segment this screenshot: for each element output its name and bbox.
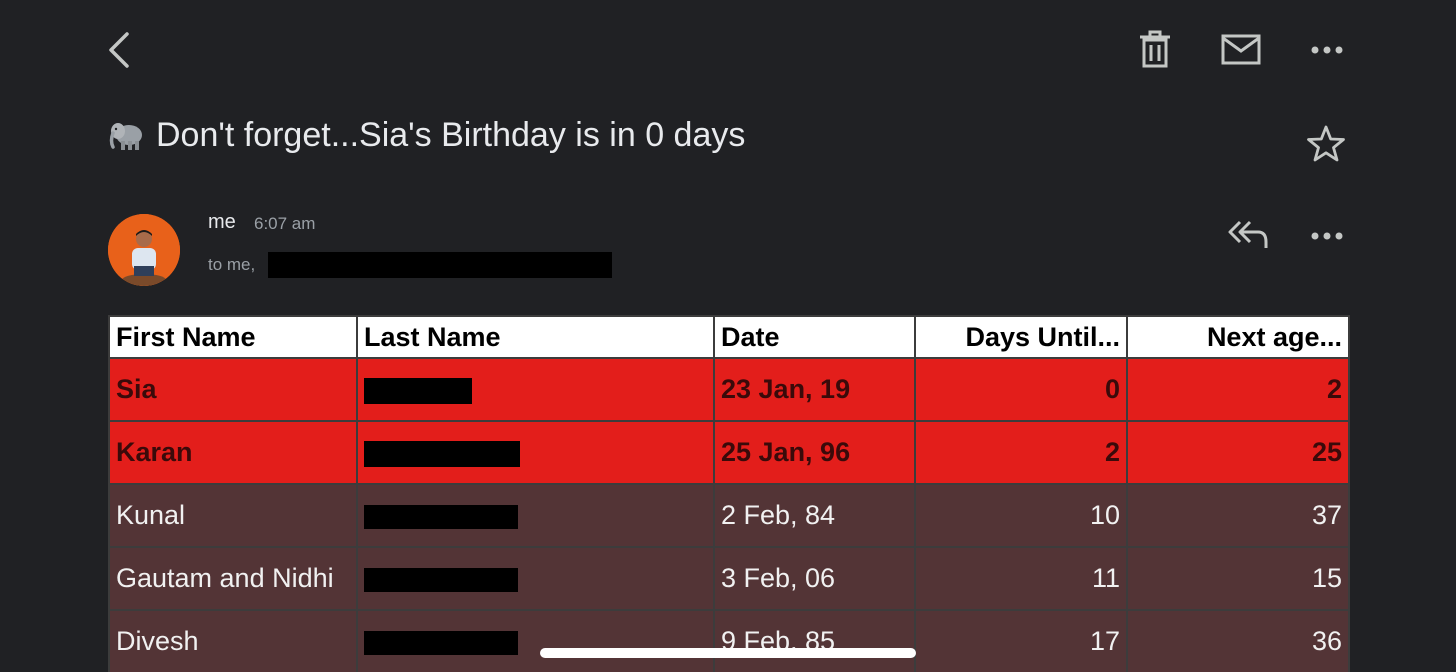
table-row: Gautam and Nidhi 3 Feb, 06 11 15 — [108, 546, 1350, 611]
star-outline-icon — [1307, 125, 1345, 162]
cell-last-name — [356, 420, 715, 485]
subject-text: Don't forget...Sia's Birthday is in 0 da… — [156, 115, 746, 154]
cell-first-name: Divesh — [108, 609, 358, 672]
cell-first-name: Sia — [108, 357, 358, 422]
cell-days-until: 11 — [914, 546, 1128, 611]
more-horizontal-icon — [1311, 232, 1343, 240]
table-header-row: First Name Last Name Date Days Until... … — [108, 315, 1350, 359]
sent-time: 6:07 am — [254, 214, 316, 233]
star-button[interactable] — [1302, 120, 1350, 168]
message-more-button[interactable] — [1306, 220, 1348, 252]
redacted-last-name — [364, 504, 518, 529]
mail-icon — [1221, 34, 1261, 65]
cell-next-age: 36 — [1126, 609, 1350, 672]
cell-next-age: 15 — [1126, 546, 1350, 611]
table-row: Kunal 2 Feb, 84 10 37 — [108, 483, 1350, 548]
redacted-last-name — [364, 567, 518, 592]
table-row: Divesh 9 Feb, 85 17 36 — [108, 609, 1350, 672]
cell-date: 23 Jan, 19 — [713, 357, 916, 422]
birthday-table-container: First Name Last Name Date Days Until... … — [108, 315, 1350, 672]
delete-button[interactable] — [1134, 28, 1176, 72]
cell-date: 2 Feb, 84 — [713, 483, 916, 548]
cell-next-age: 25 — [1126, 420, 1350, 485]
email-subject: Don't forget...Sia's Birthday is in 0 da… — [108, 112, 745, 158]
redacted-last-name — [364, 377, 472, 404]
header-first-name: First Name — [108, 315, 358, 359]
chevron-left-icon — [109, 32, 129, 68]
cell-first-name: Karan — [108, 420, 358, 485]
header-days-until: Days Until... — [914, 315, 1128, 359]
cell-last-name — [356, 609, 715, 672]
cell-days-until: 17 — [914, 609, 1128, 672]
cell-next-age: 2 — [1126, 357, 1350, 422]
birthday-table: First Name Last Name Date Days Until... … — [108, 315, 1350, 672]
cell-first-name: Kunal — [108, 483, 358, 548]
table-row: Karan 25 Jan, 96 2 25 — [108, 420, 1350, 485]
more-horizontal-icon — [1311, 46, 1343, 54]
elephant-icon — [108, 117, 146, 153]
recipients-prefix: to me, — [208, 255, 256, 274]
cell-last-name — [356, 483, 715, 548]
redacted-last-name — [364, 630, 518, 655]
cell-days-until: 2 — [914, 420, 1128, 485]
reply-all-button[interactable] — [1222, 212, 1276, 256]
recipients-summary[interactable]: to me, — [208, 255, 255, 275]
redacted-last-name — [364, 440, 520, 467]
avatar-photo — [108, 214, 180, 286]
cell-date: 25 Jan, 96 — [713, 420, 916, 485]
table-row: Sia 23 Jan, 19 0 2 — [108, 357, 1350, 422]
cell-first-name: Gautam and Nidhi — [108, 546, 358, 611]
cell-days-until: 10 — [914, 483, 1128, 548]
header-last-name: Last Name — [356, 315, 715, 359]
avatar[interactable] — [108, 214, 180, 286]
back-button[interactable] — [100, 28, 140, 72]
redacted-recipients — [268, 252, 612, 278]
cell-days-until: 0 — [914, 357, 1128, 422]
trash-icon — [1140, 30, 1170, 68]
home-indicator[interactable] — [540, 648, 916, 658]
more-options-button[interactable] — [1306, 34, 1348, 66]
reply-all-icon — [1228, 220, 1268, 248]
cell-date: 9 Feb, 85 — [713, 609, 916, 672]
mark-unread-button[interactable] — [1218, 30, 1264, 70]
email-view: Don't forget...Sia's Birthday is in 0 da… — [0, 0, 1456, 672]
header-next-age: Next age... — [1126, 315, 1350, 359]
sender-name[interactable]: me — [208, 211, 236, 234]
cell-last-name — [356, 357, 715, 422]
header-date: Date — [713, 315, 916, 359]
cell-last-name — [356, 546, 715, 611]
cell-next-age: 37 — [1126, 483, 1350, 548]
cell-date: 3 Feb, 06 — [713, 546, 916, 611]
